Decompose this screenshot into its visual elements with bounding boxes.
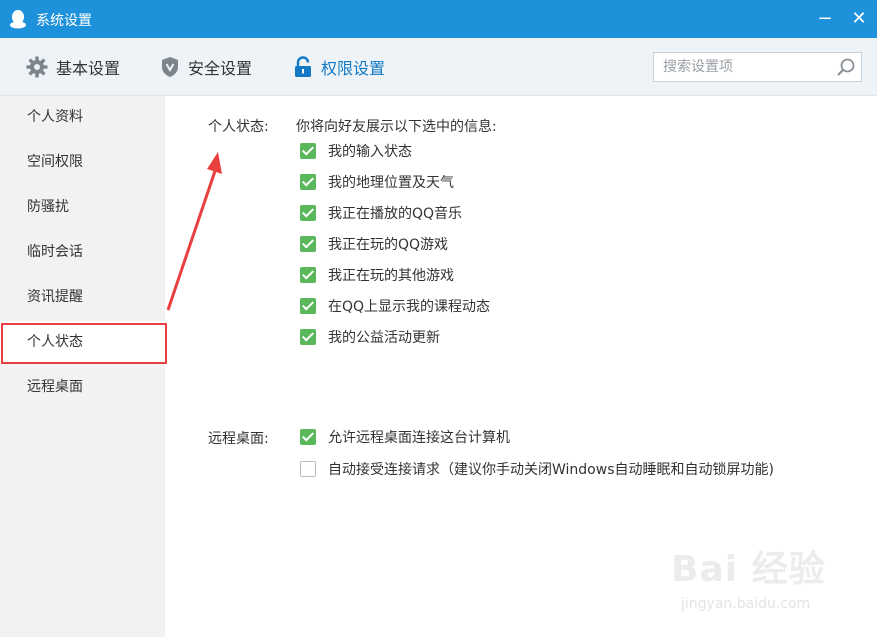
checkbox-auto-accept[interactable]: 自动接受连接请求（建议你手动关闭Windows自动睡眠和自动锁屏功能) [300,459,774,479]
checkbox-checked[interactable] [300,143,316,159]
tab-basic-settings[interactable]: 基本设置 [26,38,120,95]
settings-toolbar: 基本设置 安全设置 权限设置 [0,38,877,96]
sidebar-item-profile[interactable]: 个人资料 [0,96,165,138]
checkbox-label: 我的公益活动更新 [328,330,440,346]
checkbox-qq-game[interactable]: 我正在玩的QQ游戏 [300,234,448,254]
checkbox-charity-update[interactable]: 我的公益活动更新 [300,327,440,347]
sidebar-item-personal-status[interactable]: 个人状态 [0,321,165,363]
checkbox-checked[interactable] [300,298,316,314]
sidebar-item-remote-desktop[interactable]: 远程桌面 [0,366,165,408]
checkbox-label: 在QQ上显示我的课程动态 [328,299,491,315]
sidebar-item-news-reminder[interactable]: 资讯提醒 [0,276,165,318]
checkbox-checked[interactable] [300,236,316,252]
checkbox-label: 自动接受连接请求（建议你手动关闭Windows自动睡眠和自动锁屏功能) [328,462,774,478]
checkbox-checked[interactable] [300,267,316,283]
sidebar: 个人资料 空间权限 防骚扰 临时会话 资讯提醒 个人状态 远程桌面 [0,96,165,637]
sidebar-item-temp-session[interactable]: 临时会话 [0,231,165,273]
checkbox-label: 我的输入状态 [328,144,412,160]
search-box [653,52,862,82]
qq-penguin-icon [10,10,26,29]
personal-status-section-label: 个人状态: [208,119,269,135]
search-input[interactable] [654,53,847,81]
tab-label: 基本设置 [56,58,121,78]
sidebar-item-anti-harassment[interactable]: 防骚扰 [0,186,165,228]
checkbox-input-status[interactable]: 我的输入状态 [300,141,412,161]
remote-desktop-section-label: 远程桌面: [208,431,269,447]
lock-icon [295,55,311,77]
minimize-button[interactable]: − [811,5,839,33]
checkbox-checked[interactable] [300,205,316,221]
checkbox-checked[interactable] [300,329,316,345]
window-title: 系统设置 [36,13,92,29]
checkbox-label: 我正在播放的QQ音乐 [328,206,463,222]
shield-icon [162,56,178,77]
checkbox-label: 我正在玩的QQ游戏 [328,237,449,253]
checkbox-label: 我的地理位置及天气 [328,175,454,191]
title-bar: 系统设置 − ✕ [0,0,877,38]
tab-security-settings[interactable]: 安全设置 [160,38,252,95]
tab-permission-settings[interactable]: 权限设置 [293,38,385,95]
tab-label: 安全设置 [188,58,253,78]
tab-label: 权限设置 [321,58,386,78]
sidebar-item-space-permission[interactable]: 空间权限 [0,141,165,183]
checkbox-label: 我正在玩的其他游戏 [328,268,454,284]
checkbox-location-weather[interactable]: 我的地理位置及天气 [300,172,454,192]
gear-icon [26,56,48,77]
checkbox-qq-music[interactable]: 我正在播放的QQ音乐 [300,203,462,223]
checkbox-course-activity[interactable]: 在QQ上显示我的课程动态 [300,296,490,316]
checkbox-checked[interactable] [300,174,316,190]
search-icon[interactable] [835,56,857,78]
checkbox-unchecked[interactable] [300,461,316,477]
checkbox-label: 允许远程桌面连接这台计算机 [328,430,510,446]
checkbox-checked[interactable] [300,429,316,445]
close-button[interactable]: ✕ [845,5,873,33]
personal-status-intro: 你将向好友展示以下选中的信息: [296,119,497,135]
settings-content: 个人状态: 你将向好友展示以下选中的信息: 我的输入状态 我的地理位置及天气 我… [165,96,877,637]
checkbox-other-game[interactable]: 我正在玩的其他游戏 [300,265,454,285]
checkbox-allow-remote[interactable]: 允许远程桌面连接这台计算机 [300,427,510,447]
